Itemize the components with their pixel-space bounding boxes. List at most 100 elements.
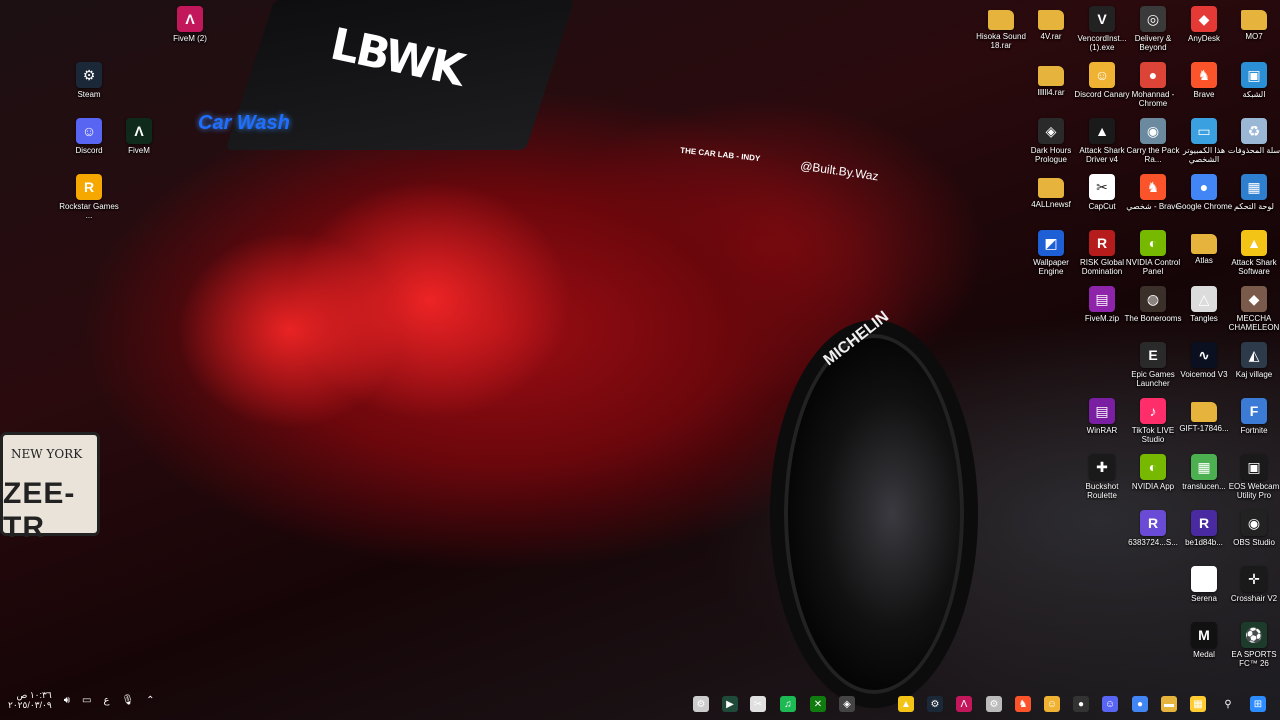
folder-icon[interactable]: ▬ bbox=[1161, 696, 1177, 712]
desktop-icon-voicemod[interactable]: ∿ Voicemod V3 bbox=[1177, 342, 1231, 379]
desktop-icon-shakhsibrave[interactable]: ♞ شخصي - Brave bbox=[1126, 174, 1180, 211]
discord-canary-icon: ☺ bbox=[1089, 62, 1115, 88]
desktop-icon-brave[interactable]: ♞ Brave bbox=[1177, 62, 1231, 99]
desktop-icon-crosshair[interactable]: ✛ Crosshair V2 bbox=[1227, 566, 1280, 603]
desktop-icon-eos[interactable]: ▣ EOS Webcam Utility Pro bbox=[1227, 454, 1280, 500]
desktop-icon-label: MECCHA CHAMELEON bbox=[1228, 314, 1280, 332]
plate-number: ZEE-TR bbox=[3, 477, 76, 544]
desktop-icon-label: لوحة التحكم bbox=[1233, 202, 1274, 211]
discord-canary-icon[interactable]: ☺ bbox=[1044, 696, 1060, 712]
network-icon[interactable]: ▭ bbox=[82, 695, 91, 706]
desktop-icon-boneroom[interactable]: ◍ The Bonerooms bbox=[1125, 286, 1181, 323]
steam-icon[interactable]: ⚙ bbox=[927, 696, 943, 712]
discord-icon: ☺ bbox=[76, 118, 102, 144]
desktop-icon-hisoka[interactable]: Hisoka Sound 18.rar bbox=[974, 6, 1028, 50]
desktop-icon-r2[interactable]: Rbe1d84b... bbox=[1177, 510, 1231, 547]
desktop-icon-discord[interactable]: ☺ Discord bbox=[62, 118, 116, 155]
desktop-icon-tiktoklive[interactable]: ♪ TikTok LIVE Studio bbox=[1126, 398, 1180, 444]
desktop-icon-attacksharksw[interactable]: ▲ Attack Shark Software bbox=[1227, 230, 1280, 276]
desktop-icon-gift[interactable]: GIFT-17846... bbox=[1177, 398, 1231, 433]
desktop-icon-label: MO7 bbox=[1245, 32, 1263, 41]
desktop-icon-attackshark[interactable]: ▲ Attack Shark Driver v4 bbox=[1075, 118, 1129, 164]
desktop-icon-4allnewsf[interactable]: 4ALLnewsf bbox=[1024, 174, 1078, 209]
desktop-icon-recycle[interactable]: ♻ سلة المحذوفات bbox=[1227, 118, 1280, 155]
record-icon[interactable]: ● bbox=[1073, 696, 1089, 712]
desktop-icon-carrythe[interactable]: ◉ Carry the Pack Ra... bbox=[1126, 118, 1180, 164]
dark-hours-icon: ◈ bbox=[1038, 118, 1064, 144]
desktop-icon-tangles[interactable]: △ Tangles bbox=[1177, 286, 1231, 323]
desktop-icon-fivemzip[interactable]: ▤ FiveM.zip bbox=[1075, 286, 1129, 323]
desktop-icon-label: Attack Shark Software bbox=[1231, 258, 1277, 276]
speaker-icon[interactable]: 🔊︎ bbox=[64, 695, 70, 706]
desktop-icon-translucent[interactable]: ▦ translucen... bbox=[1177, 454, 1231, 491]
gear-icon[interactable]: ⚙ bbox=[693, 696, 709, 712]
desktop-icon-steam[interactable]: ⚙ Steam bbox=[62, 62, 116, 99]
game-icon: ◭ bbox=[1241, 342, 1267, 368]
terminal-icon[interactable]: ▶ bbox=[722, 696, 738, 712]
desktop-icon-buckshot[interactable]: ✚ Buckshot Roulette bbox=[1075, 454, 1129, 500]
desktop-icon-obs[interactable]: ◉ OBS Studio bbox=[1227, 510, 1280, 547]
desktop-icon-l4rar[interactable]: llllll4.rar bbox=[1024, 62, 1078, 97]
desktop-icon-atlas[interactable]: Atlas bbox=[1177, 230, 1231, 265]
desktop-icon-vencord[interactable]: V VencordInst... (1).exe bbox=[1075, 6, 1129, 52]
desktop-icon-4v[interactable]: 4V.rar bbox=[1024, 6, 1078, 41]
translucent-icon: ▦ bbox=[1191, 454, 1217, 480]
desktop-icon-thispc[interactable]: ▭ هذا الكمبيوتر الشخصي bbox=[1177, 118, 1231, 164]
language-indicator[interactable]: ع bbox=[103, 695, 109, 706]
xbox-icon[interactable]: ✕ bbox=[810, 696, 826, 712]
desktop-icon-label: Crosshair V2 bbox=[1230, 594, 1278, 603]
desktop-icon-controlpanel[interactable]: ▦ لوحة التحكم bbox=[1227, 174, 1280, 211]
desktop-icon-meccha[interactable]: ◆ MECCHA CHAMELEON bbox=[1227, 286, 1280, 332]
desktop-icon-winrar[interactable]: ▤ WinRAR bbox=[1075, 398, 1129, 435]
desktop-icon-discordcanary[interactable]: ☺ Discord Canary bbox=[1074, 62, 1130, 99]
desktop-icon-rockstar[interactable]: R Rockstar Games ... bbox=[59, 174, 119, 220]
folder-icon bbox=[1191, 402, 1217, 422]
store-icon[interactable]: ▦ bbox=[1190, 696, 1206, 712]
desktop-icon-serena[interactable]: Serena bbox=[1177, 566, 1231, 603]
attack-shark-icon[interactable]: ▲ bbox=[898, 696, 914, 712]
folder-icon bbox=[1191, 234, 1217, 254]
desktop-icon-r1[interactable]: R 6383724...S... bbox=[1126, 510, 1180, 547]
desktop-icon-easports[interactable]: ⚽ EA SPORTS FC™ 26 bbox=[1227, 622, 1280, 668]
desktop-icon-mo7[interactable]: MO7 bbox=[1227, 6, 1280, 41]
desktop-icon-network[interactable]: ▣ الشبكة bbox=[1227, 62, 1280, 99]
gear-icon[interactable]: ⚙ bbox=[986, 696, 1002, 712]
spotify-icon[interactable]: ♫ bbox=[780, 696, 796, 712]
desktop-icon-nvidiaapp[interactable]: ◐ NVIDIA App bbox=[1126, 454, 1180, 491]
wallpaper-neon-sign: Car Wash bbox=[198, 112, 290, 134]
controller-icon[interactable]: ◈ bbox=[839, 696, 855, 712]
brave-icon: ♞ bbox=[1191, 62, 1217, 88]
desktop-icon-kakvillage[interactable]: ◭ Kaj village bbox=[1227, 342, 1280, 379]
desktop-icon-risk[interactable]: R RISK Global Domination bbox=[1075, 230, 1129, 276]
desktop-icon-mohannad[interactable]: ● Mohannad - Chrome bbox=[1126, 62, 1180, 108]
tangles-icon: △ bbox=[1191, 286, 1217, 312]
desktop-icon-googlechrome[interactable]: ● Google Chrome bbox=[1176, 174, 1232, 211]
desktop-icon-fortnite[interactable]: F Fortnite bbox=[1227, 398, 1280, 435]
discord-icon[interactable]: ☺ bbox=[1102, 696, 1118, 712]
windows-start-icon[interactable]: ⊞ bbox=[1250, 696, 1266, 712]
desktop-icon-nvidiacp[interactable]: ◐ NVIDIA Control Panel bbox=[1126, 230, 1180, 276]
desktop-icon-capcut[interactable]: ✂ CapCut bbox=[1075, 174, 1129, 211]
desktop-icon-fivem[interactable]: Λ FiveM bbox=[112, 118, 166, 155]
desktop-icon-wallpaper[interactable]: ◩ Wallpaper Engine bbox=[1024, 230, 1078, 276]
desktop-icon-anydesk[interactable]: ◆ AnyDesk bbox=[1177, 6, 1231, 43]
chrome-icon[interactable]: ● bbox=[1132, 696, 1148, 712]
microphone-icon[interactable]: 🎙︎ bbox=[121, 695, 134, 706]
desktop-icon-medal[interactable]: M Medal bbox=[1177, 622, 1231, 659]
document-icon bbox=[1191, 566, 1217, 592]
search-icon[interactable]: ⚲ bbox=[1220, 696, 1236, 712]
computer-icon: ▭ bbox=[1191, 118, 1217, 144]
fivem-icon[interactable]: Λ bbox=[956, 696, 972, 712]
desktop-icon-delivery[interactable]: ◎ Delivery & Beyond bbox=[1126, 6, 1180, 52]
taskbar-clock[interactable]: ١٠:٣٦ ص ٢٠٢٥/٠٣/٠٩ bbox=[8, 690, 52, 710]
fortnite-icon: F bbox=[1241, 398, 1267, 424]
desktop-icon-darkhours[interactable]: ◈ Dark Hours Prologue bbox=[1024, 118, 1078, 164]
brave-icon[interactable]: ♞ bbox=[1015, 696, 1031, 712]
desktop-icon-fivem2[interactable]: Λ FiveM (2) bbox=[163, 6, 217, 43]
desktop-icon-label: Steam bbox=[77, 90, 101, 99]
chevron-up-icon[interactable]: ⌃ bbox=[146, 695, 154, 706]
snip-icon[interactable]: ✂ bbox=[750, 696, 766, 712]
desktop-icon-epic[interactable]: E Epic Games Launcher bbox=[1126, 342, 1180, 388]
desktop-icon-label: سلة المحذوفات bbox=[1227, 146, 1280, 155]
control-panel-icon: ▦ bbox=[1241, 174, 1267, 200]
